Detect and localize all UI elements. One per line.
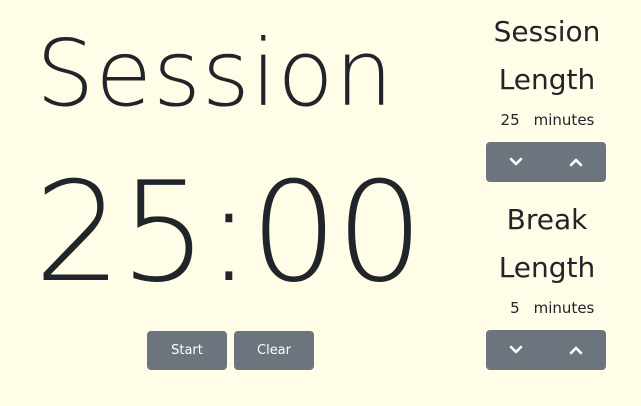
chevron-down-icon — [507, 341, 525, 359]
session-length-stepper — [486, 142, 606, 182]
break-length-stepper — [486, 330, 606, 370]
session-length-value-row: 25 minutes — [474, 105, 620, 135]
session-length-unit: minutes — [533, 111, 595, 129]
break-length-title-line1: Break — [506, 203, 588, 236]
break-length-unit: minutes — [533, 299, 595, 317]
mode-title: Session — [36, 20, 395, 127]
chevron-down-icon — [507, 153, 525, 171]
break-length-value: 5 — [510, 299, 520, 317]
break-length-value-row: 5 minutes — [474, 293, 620, 323]
start-button[interactable]: Start — [147, 331, 227, 370]
session-decrement-button[interactable] — [486, 142, 546, 182]
break-length-setting: Break Length 5 minutes — [474, 196, 620, 370]
chevron-up-icon — [567, 341, 585, 359]
session-length-value: 25 — [500, 111, 520, 129]
session-length-setting: Session Length 25 minutes — [474, 8, 620, 182]
session-length-title-line1: Session — [493, 15, 601, 48]
break-length-title-line2: Length — [498, 251, 596, 284]
chevron-up-icon — [567, 153, 585, 171]
session-length-title-line2: Length — [498, 63, 596, 96]
timer-panel: Session 25:00 Start Clear — [0, 0, 460, 406]
break-increment-button[interactable] — [546, 330, 606, 370]
timer-display: 25:00 — [34, 152, 424, 313]
session-increment-button[interactable] — [546, 142, 606, 182]
clear-button[interactable]: Clear — [234, 331, 314, 370]
settings-panel: Session Length 25 minutes Break Length 5… — [474, 0, 641, 406]
break-decrement-button[interactable] — [486, 330, 546, 370]
